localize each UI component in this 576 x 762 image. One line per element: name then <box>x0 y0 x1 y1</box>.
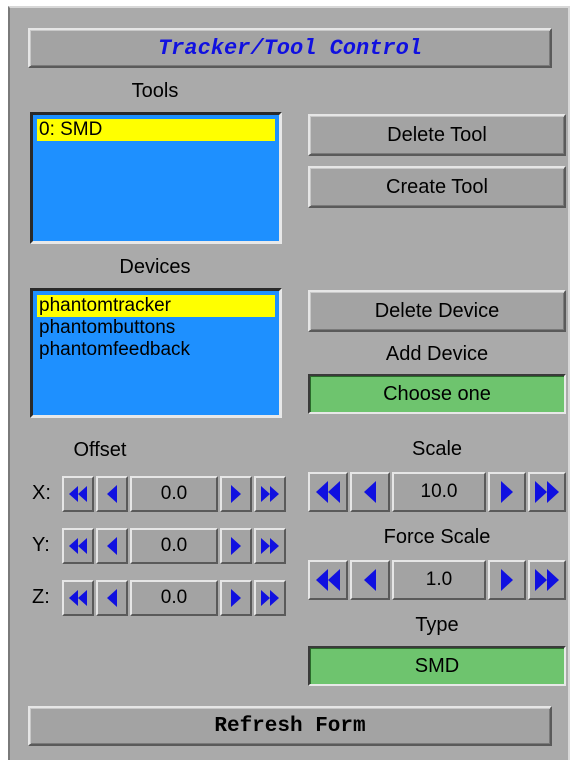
right-arrow-icon <box>501 481 513 503</box>
tools-label: Tools <box>131 80 179 102</box>
devices-listbox[interactable]: phantomtracker phantombuttons phantomfee… <box>30 288 282 418</box>
force-scale-fast-decrease-button[interactable] <box>308 560 348 600</box>
offset-z-value[interactable]: 0.0 <box>130 580 218 616</box>
offset-x-fast-decrease-button[interactable] <box>62 476 94 512</box>
offset-x-decrease-button[interactable] <box>96 476 128 512</box>
refresh-form-button[interactable]: Refresh Form <box>28 706 552 746</box>
double-left-arrow-icon <box>69 590 87 606</box>
scale-value-text: 10.0 <box>420 481 458 502</box>
create-tool-button[interactable]: Create Tool <box>308 166 566 208</box>
left-arrow-icon <box>107 537 117 555</box>
offset-x-fast-increase-button[interactable] <box>254 476 286 512</box>
scale-decrease-button[interactable] <box>350 472 390 512</box>
delete-tool-button[interactable]: Delete Tool <box>308 114 566 156</box>
force-scale-label: Force Scale <box>383 526 491 548</box>
offset-y-fast-decrease-button[interactable] <box>62 528 94 564</box>
offset-y-fast-increase-button[interactable] <box>254 528 286 564</box>
double-right-arrow-icon <box>535 569 559 591</box>
delete-device-button[interactable]: Delete Device <box>308 290 566 332</box>
offset-y-label: Y: <box>32 534 50 556</box>
delete-device-label: Delete Device <box>374 299 500 322</box>
force-scale-increase-button[interactable] <box>488 560 526 600</box>
right-arrow-icon <box>501 569 513 591</box>
double-right-arrow-icon <box>261 590 279 606</box>
double-left-arrow-icon <box>69 538 87 554</box>
type-choice-label: SMD <box>414 654 460 677</box>
offset-z-increase-button[interactable] <box>220 580 252 616</box>
offset-z-fast-increase-button[interactable] <box>254 580 286 616</box>
double-right-arrow-icon <box>261 538 279 554</box>
double-left-arrow-icon <box>316 481 340 503</box>
scale-increase-button[interactable] <box>488 472 526 512</box>
delete-tool-label: Delete Tool <box>387 123 487 146</box>
left-arrow-icon <box>107 485 117 503</box>
add-device-choice[interactable]: Choose one <box>308 374 566 414</box>
devices-label: Devices <box>119 256 191 278</box>
add-device-choice-label: Choose one <box>383 382 491 405</box>
type-choice[interactable]: SMD <box>308 646 566 686</box>
offset-y-decrease-button[interactable] <box>96 528 128 564</box>
double-right-arrow-icon <box>535 481 559 503</box>
right-arrow-icon <box>231 589 241 607</box>
double-right-arrow-icon <box>261 486 279 502</box>
force-scale-fast-increase-button[interactable] <box>528 560 566 600</box>
offset-z-label: Z: <box>32 586 50 608</box>
offset-x-increase-button[interactable] <box>220 476 252 512</box>
offset-z-decrease-button[interactable] <box>96 580 128 616</box>
offset-z-fast-decrease-button[interactable] <box>62 580 94 616</box>
offset-x-label: X: <box>32 482 51 504</box>
offset-x-value[interactable]: 0.0 <box>130 476 218 512</box>
offset-z-value-text: 0.0 <box>160 587 188 608</box>
title-bar: Tracker/Tool Control <box>28 28 552 68</box>
force-scale-value-text: 1.0 <box>425 569 453 590</box>
device-list-item-phantomtracker[interactable]: phantomtracker <box>37 295 275 317</box>
scale-fast-increase-button[interactable] <box>528 472 566 512</box>
refresh-form-label: Refresh Form <box>214 714 366 738</box>
force-scale-decrease-button[interactable] <box>350 560 390 600</box>
left-arrow-icon <box>364 481 376 503</box>
device-list-item-phantombuttons[interactable]: phantombuttons <box>37 317 275 339</box>
tools-listbox[interactable]: 0: SMD <box>30 112 282 244</box>
right-arrow-icon <box>231 485 241 503</box>
scale-fast-decrease-button[interactable] <box>308 472 348 512</box>
type-label: Type <box>415 614 459 636</box>
device-list-item-phantomfeedback[interactable]: phantomfeedback <box>37 339 275 361</box>
offset-y-value-text: 0.0 <box>160 535 188 556</box>
double-left-arrow-icon <box>69 486 87 502</box>
offset-y-increase-button[interactable] <box>220 528 252 564</box>
force-scale-value[interactable]: 1.0 <box>392 560 486 600</box>
add-device-label: Add Device <box>385 343 489 365</box>
panel-title: Tracker/Tool Control <box>157 35 423 61</box>
scale-value[interactable]: 10.0 <box>392 472 486 512</box>
tool-list-item-smd[interactable]: 0: SMD <box>37 119 275 141</box>
right-arrow-icon <box>231 537 241 555</box>
offset-y-value[interactable]: 0.0 <box>130 528 218 564</box>
create-tool-label: Create Tool <box>386 175 488 198</box>
offset-x-value-text: 0.0 <box>160 483 188 504</box>
left-arrow-icon <box>107 589 117 607</box>
offset-label: Offset <box>73 439 127 461</box>
scale-label: Scale <box>411 438 463 460</box>
left-arrow-icon <box>364 569 376 591</box>
tracker-tool-control-panel: Tracker/Tool Control Tools 0: SMD Delete… <box>8 6 570 760</box>
double-left-arrow-icon <box>316 569 340 591</box>
